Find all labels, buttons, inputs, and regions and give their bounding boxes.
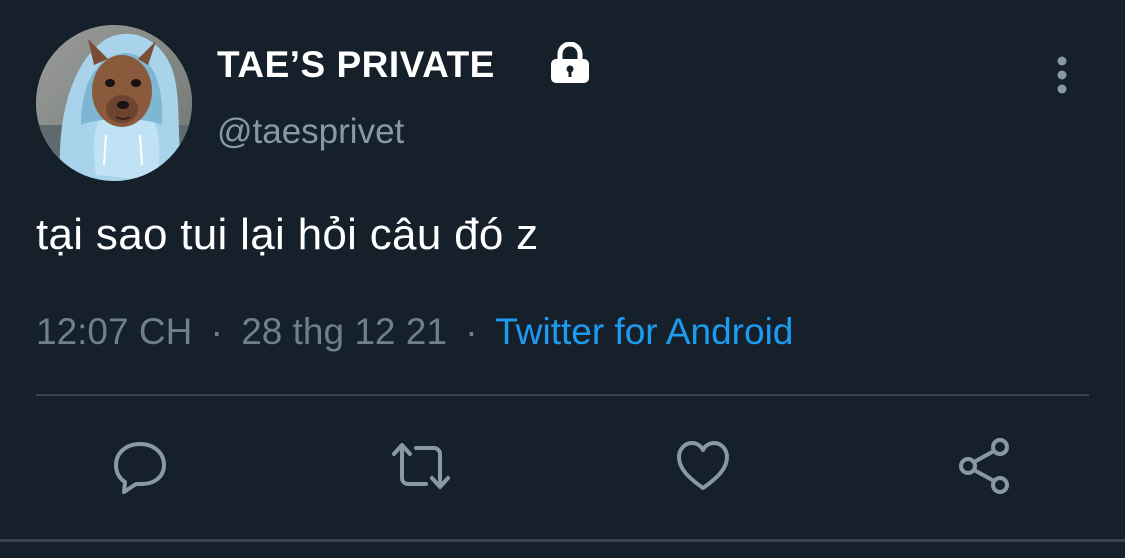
meta-separator: · [465, 311, 478, 352]
share-icon [959, 438, 1009, 494]
meta-separator: · [210, 311, 223, 352]
reply-button[interactable] [107, 433, 173, 499]
avatar[interactable] [36, 25, 192, 181]
heart-icon [677, 441, 729, 490]
reply-icon [114, 442, 166, 494]
like-button[interactable] [670, 433, 736, 499]
divider [36, 394, 1089, 396]
tweet-text: tại sao tui lại hỏi câu đó z [36, 210, 539, 259]
divider [0, 539, 1125, 542]
tweet-source-link[interactable]: Twitter for Android [495, 311, 793, 352]
tweet-meta: 12:07 CH · 28 thg 12 21 · Twitter for An… [36, 311, 793, 353]
share-button[interactable] [952, 433, 1018, 499]
retweet-button[interactable] [388, 433, 454, 499]
lock-icon [551, 42, 589, 83]
avatar-image [36, 25, 192, 181]
display-name[interactable]: TAE’S PRIVATE [217, 44, 495, 86]
username-handle[interactable]: @taesprivet [217, 112, 404, 152]
tweet-date[interactable]: 28 thg 12 21 [241, 311, 447, 352]
retweet-icon [392, 443, 450, 489]
tweet-time[interactable]: 12:07 CH [36, 311, 192, 352]
more-vertical-icon[interactable] [1046, 55, 1078, 97]
